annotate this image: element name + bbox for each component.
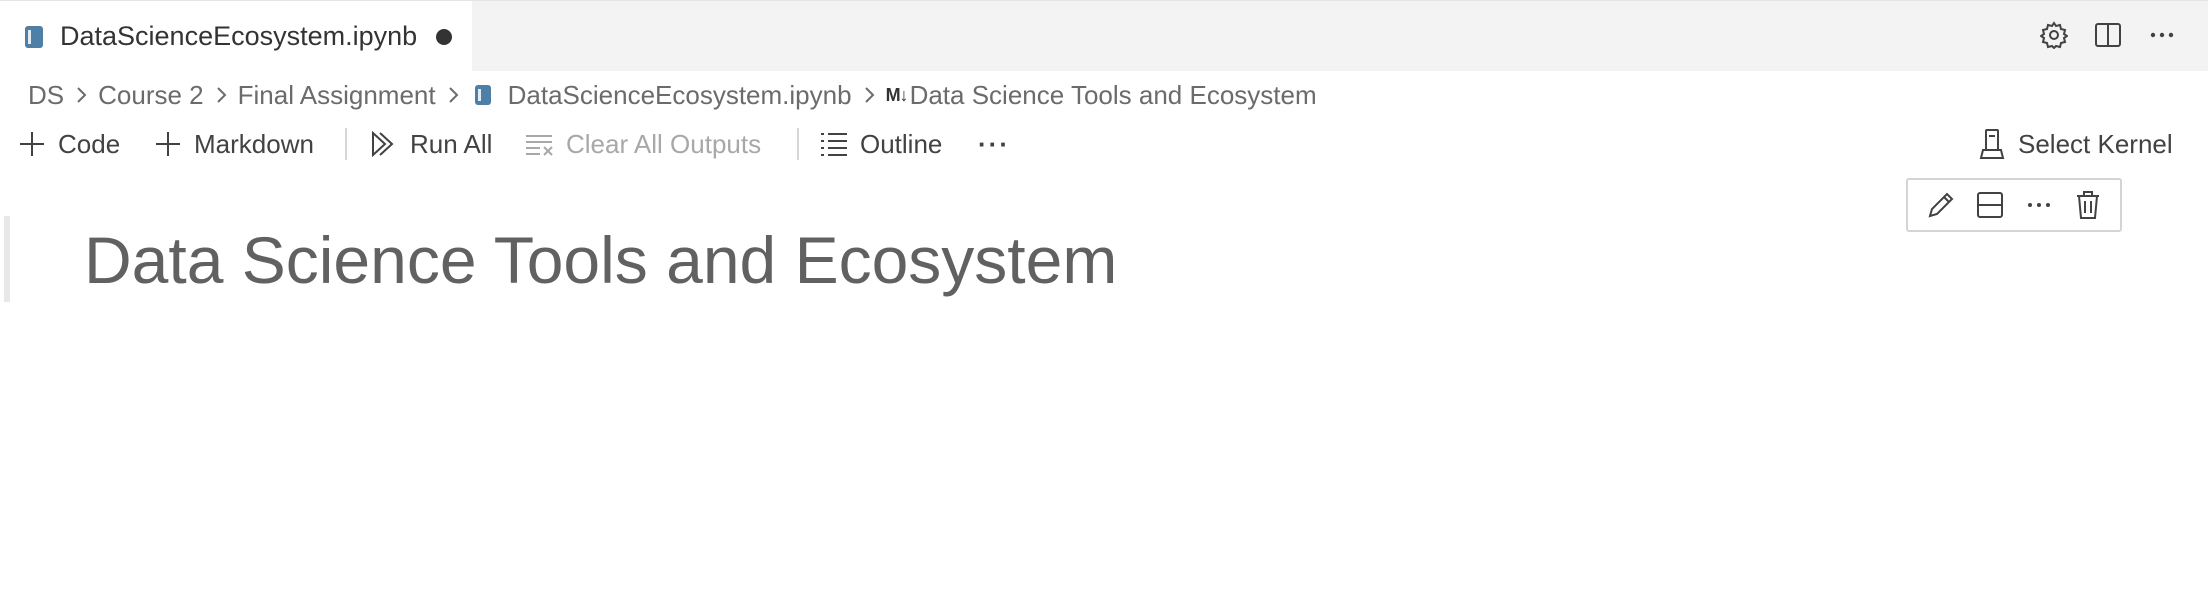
run-all-label: Run All	[410, 128, 493, 159]
pencil-icon[interactable]	[1923, 187, 1959, 223]
clear-outputs-icon	[524, 128, 556, 160]
breadcrumb-item-file[interactable]: DataScienceEcosystem.ipynb	[508, 80, 852, 111]
editor-tab[interactable]: DataScienceEcosystem.ipynb	[0, 1, 472, 72]
select-kernel-label: Select Kernel	[2018, 128, 2173, 159]
clear-all-outputs-label: Clear All Outputs	[566, 128, 762, 159]
outline-label: Outline	[860, 128, 943, 159]
kernel-icon	[1976, 128, 2008, 160]
more-toolbar-button[interactable]: ···	[978, 124, 1010, 164]
split-editor-icon[interactable]	[2092, 19, 2124, 51]
select-kernel-button[interactable]: Select Kernel	[1976, 124, 2173, 164]
add-code-cell-button[interactable]: Code	[16, 124, 120, 164]
notebook-toolbar: Code Markdown Run All Clear All Outputs	[0, 124, 2208, 164]
cell-heading[interactable]: Data Science Tools and Ecosystem	[84, 222, 1117, 298]
chevron-right-icon	[446, 85, 460, 105]
add-markdown-cell-button[interactable]: Markdown	[152, 124, 314, 164]
markdown-label: Markdown	[194, 128, 314, 159]
cell-focus-bar	[4, 216, 10, 302]
run-all-icon	[368, 128, 400, 160]
breadcrumb-item-folder[interactable]: Final Assignment	[238, 80, 436, 111]
chevron-right-icon	[214, 85, 228, 105]
outline-button[interactable]: Outline	[818, 124, 942, 164]
cell-toolbar	[1906, 178, 2122, 232]
unsaved-dot-icon[interactable]	[436, 29, 452, 45]
breadcrumb-item-ds[interactable]: DS	[28, 80, 64, 111]
tab-actions	[2038, 19, 2178, 51]
chevron-right-icon	[74, 85, 88, 105]
breadcrumb-item-current[interactable]: Data Science Tools and Ecosystem	[910, 80, 1317, 111]
more-actions-icon[interactable]	[2146, 19, 2178, 51]
plus-icon	[152, 128, 184, 160]
gear-icon[interactable]	[2038, 19, 2070, 51]
plus-icon	[16, 128, 48, 160]
list-icon	[818, 128, 850, 160]
notebook-icon	[25, 26, 43, 48]
breadcrumb: DS Course 2 Final Assignment DataScience…	[28, 78, 1317, 112]
breadcrumb-item-course[interactable]: Course 2	[98, 80, 204, 111]
run-all-button[interactable]: Run All	[368, 124, 492, 164]
editor-tab-bar: DataScienceEcosystem.ipynb	[0, 0, 2208, 72]
trash-icon[interactable]	[2070, 187, 2106, 223]
split-cell-icon[interactable]	[1972, 187, 2008, 223]
markdown-icon: M↓	[885, 84, 909, 105]
notebook-icon	[474, 85, 491, 105]
tab-label: DataScienceEcosystem.ipynb	[60, 21, 418, 51]
code-label: Code	[58, 128, 121, 159]
toolbar-divider	[345, 128, 347, 160]
more-icon[interactable]	[2021, 187, 2057, 223]
toolbar-divider	[797, 128, 799, 160]
chevron-right-icon	[862, 85, 876, 105]
clear-all-outputs-button[interactable]: Clear All Outputs	[524, 124, 761, 164]
